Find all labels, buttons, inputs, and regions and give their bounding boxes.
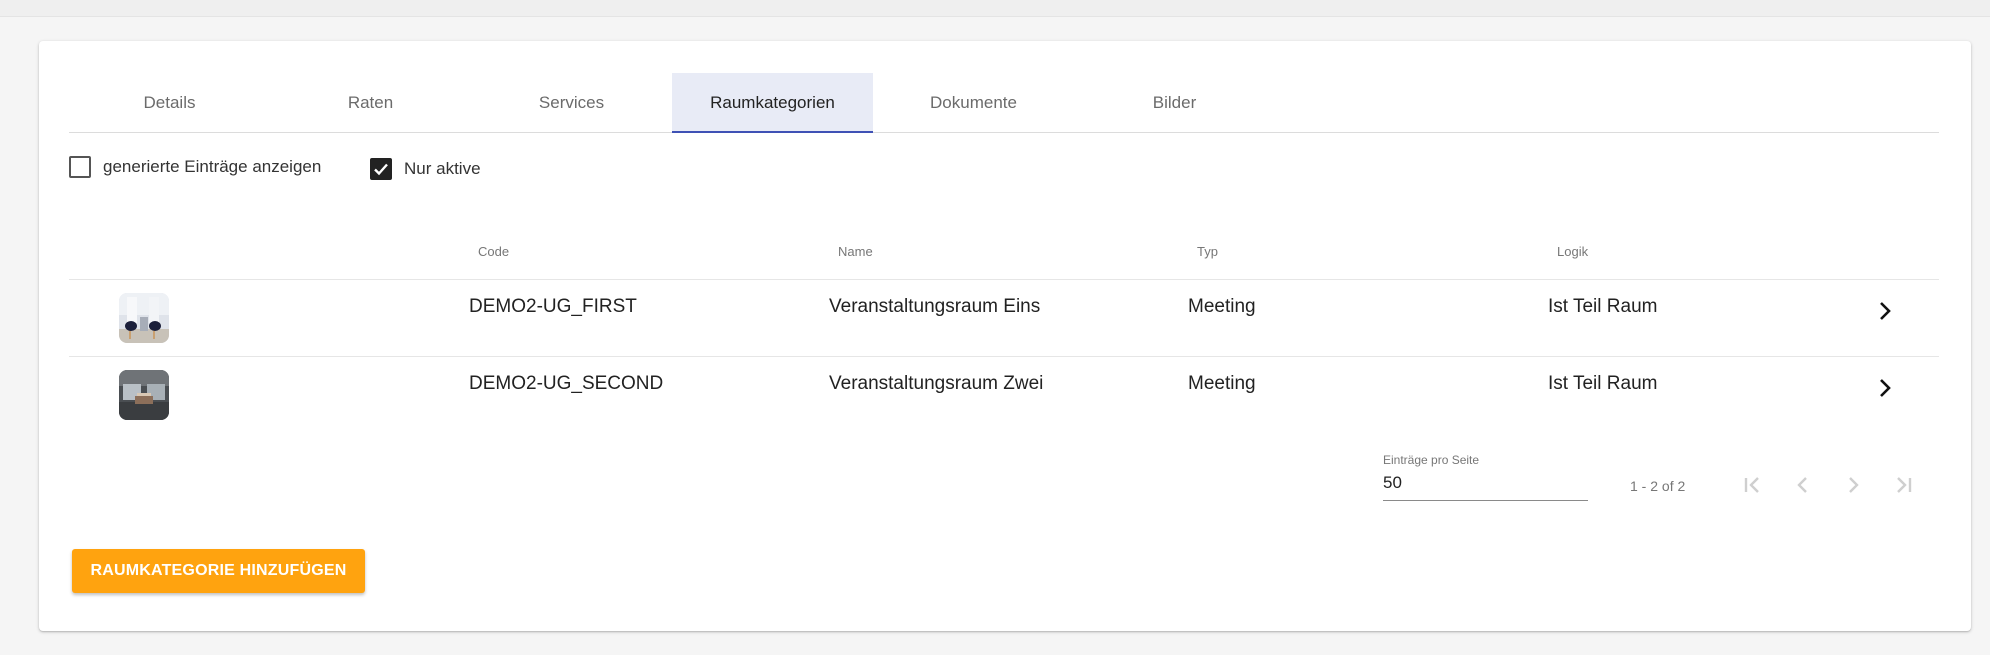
row-name: Veranstaltungsraum Zwei — [829, 373, 1044, 394]
tab-raumkategorien[interactable]: Raumkategorien — [672, 73, 873, 133]
room-thumbnail — [119, 293, 169, 343]
row-logic: Ist Teil Raum — [1548, 296, 1658, 317]
page-size-select[interactable]: 50 — [1383, 473, 1588, 501]
only-active-checkbox[interactable]: Nur aktive — [370, 158, 481, 180]
chevron-right-icon[interactable] — [1871, 374, 1899, 402]
column-header-typ[interactable]: Typ — [1197, 244, 1218, 259]
tab-details[interactable]: Details — [69, 73, 270, 132]
row-name: Veranstaltungsraum Eins — [829, 296, 1041, 317]
previous-page-icon[interactable] — [1788, 470, 1818, 500]
page-range-label: 1 - 2 of 2 — [1630, 478, 1686, 494]
column-header-name[interactable]: Name — [838, 244, 873, 259]
tab-bar: Details Raten Services Raumkategorien Do… — [69, 73, 1939, 133]
first-page-icon[interactable] — [1738, 470, 1768, 500]
tab-dokumente[interactable]: Dokumente — [873, 73, 1074, 132]
checkbox-unchecked-icon — [69, 156, 91, 178]
row-type: Meeting — [1188, 373, 1256, 394]
tab-services[interactable]: Services — [471, 73, 672, 132]
app-top-bar — [0, 0, 1990, 17]
column-header-logik[interactable]: Logik — [1557, 244, 1588, 259]
checkbox-checked-icon — [370, 158, 392, 180]
only-active-label: Nur aktive — [404, 159, 481, 178]
column-header-code[interactable]: Code — [478, 244, 509, 259]
row-type: Meeting — [1188, 296, 1256, 317]
room-categories-card: Details Raten Services Raumkategorien Do… — [39, 41, 1971, 631]
show-generated-label: generierte Einträge anzeigen — [103, 157, 322, 176]
show-generated-checkbox[interactable]: generierte Einträge anzeigen — [69, 156, 321, 178]
tab-bilder[interactable]: Bilder — [1074, 73, 1275, 132]
last-page-icon[interactable] — [1888, 470, 1918, 500]
table-row[interactable]: DEMO2-UG_SECOND Veranstaltungsraum Zwei … — [69, 357, 1939, 433]
row-code: DEMO2-UG_SECOND — [469, 373, 664, 394]
add-room-category-button[interactable]: RAUMKATEGORIE HINZUFÜGEN — [72, 549, 365, 593]
page-size-label: Einträge pro Seite — [1383, 453, 1480, 467]
room-thumbnail — [119, 370, 169, 420]
tab-raten[interactable]: Raten — [270, 73, 471, 132]
page-size-value: 50 — [1383, 473, 1402, 492]
row-logic: Ist Teil Raum — [1548, 373, 1658, 394]
table-row[interactable]: DEMO2-UG_FIRST Veranstaltungsraum Eins M… — [69, 280, 1939, 356]
row-code: DEMO2-UG_FIRST — [469, 296, 637, 317]
next-page-icon[interactable] — [1838, 470, 1868, 500]
chevron-right-icon[interactable] — [1871, 297, 1899, 325]
